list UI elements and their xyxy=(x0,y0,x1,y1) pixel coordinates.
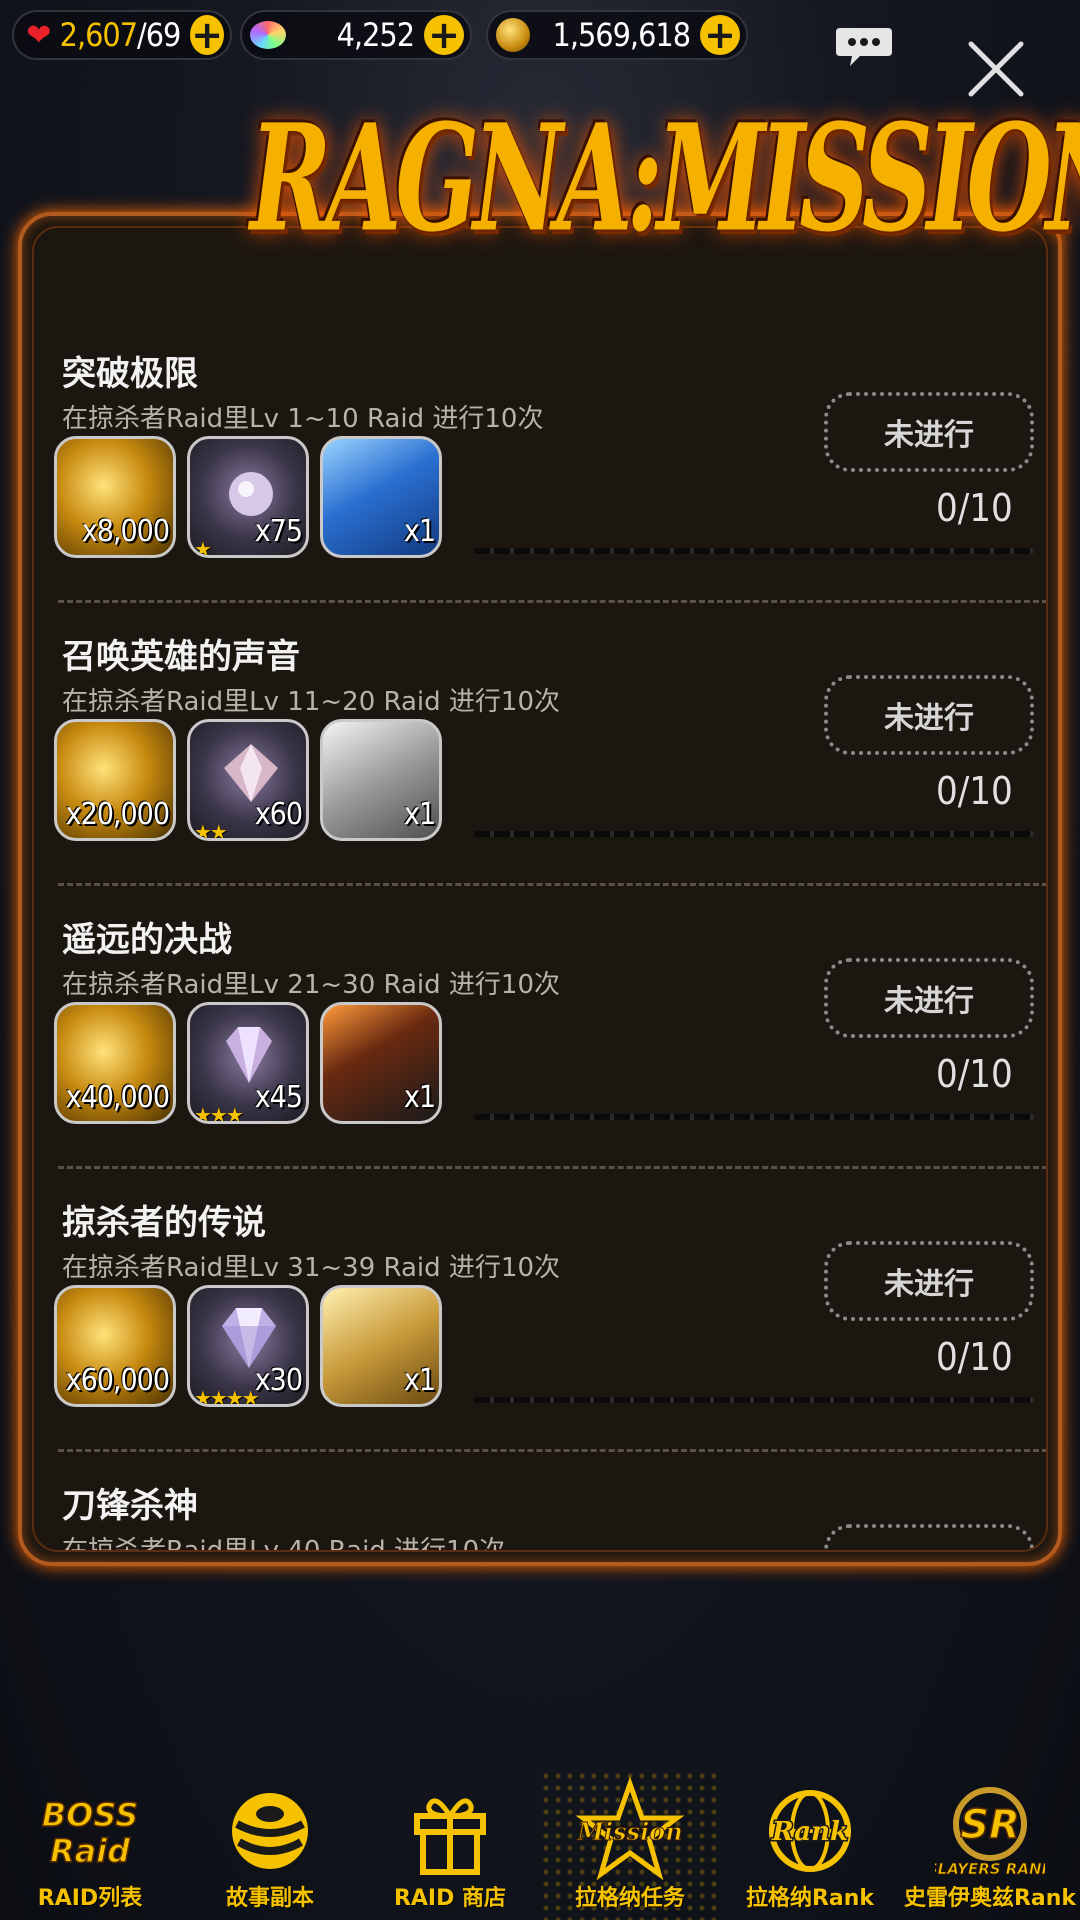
svg-text:SR: SR xyxy=(960,1802,1020,1848)
racing-card-icon[interactable]: x1 xyxy=(320,1002,442,1124)
gem-icon[interactable]: x30 ★★★★ xyxy=(187,1285,309,1407)
divider xyxy=(58,600,1046,603)
mission-status-button[interactable]: 未进行 xyxy=(824,675,1034,755)
gem-icon[interactable]: x60 ★★ xyxy=(187,719,309,841)
add-stamina-button[interactable]: + xyxy=(190,15,224,55)
gold-coins-icon[interactable]: x40,000 xyxy=(54,1002,176,1124)
nav-slayers-rank[interactable]: SR SLAYERS RANK 史雷伊奥兹Rank xyxy=(900,1770,1080,1920)
mission-title: 突破极限 xyxy=(62,354,198,394)
close-icon[interactable] xyxy=(965,38,1027,100)
rarity-stars: ★★ xyxy=(194,820,228,841)
chat-icon[interactable] xyxy=(834,26,894,68)
mission-description: 在掠杀者Raid里Lv 21~30 Raid 进行10次 xyxy=(62,970,561,1000)
gift-box-icon xyxy=(414,1798,486,1875)
mission-description: 在掠杀者Raid里Lv 40 Raid 进行10次 xyxy=(62,1536,506,1552)
rarity-stars: ★★★★ xyxy=(194,1386,260,1407)
svg-text:SLAYERS RANK: SLAYERS RANK xyxy=(935,1860,1045,1878)
platinum-card-icon[interactable]: x1 xyxy=(320,719,442,841)
gold-card-icon[interactable]: x1 xyxy=(320,1285,442,1407)
svg-text:BOSS: BOSS xyxy=(42,1796,139,1834)
nav-ragna-mission[interactable]: Mission 拉格纳任务 xyxy=(540,1770,720,1920)
divider xyxy=(58,1166,1046,1169)
mission-row: 突破极限 在掠杀者Raid里Lv 1~10 Raid 进行10次 x8,000 … xyxy=(34,346,1046,629)
mission-title: 遥远的决战 xyxy=(62,920,232,960)
gold-coins-icon[interactable]: x60,000 xyxy=(54,1285,176,1407)
svg-text:Rank: Rank xyxy=(771,1817,848,1847)
mission-panel: 突破极限 在掠杀者Raid里Lv 1~10 Raid 进行10次 x8,000 … xyxy=(18,212,1062,1566)
divider xyxy=(58,883,1046,886)
mission-progress: 0/10 xyxy=(936,1052,1013,1096)
mission-progress: 0/10 xyxy=(936,486,1013,530)
mission-list[interactable]: 突破极限 在掠杀者Raid里Lv 1~10 Raid 进行10次 x8,000 … xyxy=(32,226,1048,1552)
mission-title: 掠杀者的传说 xyxy=(62,1203,266,1243)
gold-coins-icon[interactable]: x20,000 xyxy=(54,719,176,841)
mission-status-button[interactable]: 未进行 xyxy=(824,1241,1034,1321)
stamina-counter: ❤ 2,607/69 + xyxy=(12,10,232,60)
progress-bar xyxy=(474,1397,1034,1403)
mission-title: 刀锋杀神 xyxy=(62,1486,198,1526)
nav-story[interactable]: 故事副本 xyxy=(180,1770,360,1920)
mission-row: 召唤英雄的声音 在掠杀者Raid里Lv 11~20 Raid 进行10次 x20… xyxy=(34,629,1046,912)
mission-title: 召唤英雄的声音 xyxy=(62,637,300,677)
mission-status-button[interactable]: 未进行 xyxy=(824,1524,1034,1550)
ragna-mission-title: RAGNA:MISSION xyxy=(250,93,1080,266)
divider xyxy=(58,1449,1046,1452)
mission-row: 遥远的决战 在掠杀者Raid里Lv 21~30 Raid 进行10次 x40,0… xyxy=(34,912,1046,1195)
progress-bar xyxy=(474,831,1034,837)
mission-row: 刀锋杀神 在掠杀者Raid里Lv 40 Raid 进行10次 未进行 xyxy=(34,1478,1046,1552)
progress-bar xyxy=(474,1114,1034,1120)
mission-progress: 0/10 xyxy=(936,769,1013,813)
mission-status-button[interactable]: 未进行 xyxy=(824,958,1034,1038)
stamina-value: 2,607 xyxy=(59,16,138,54)
gem-icon[interactable]: x75 ★ xyxy=(187,436,309,558)
mission-description: 在掠杀者Raid里Lv 11~20 Raid 进行10次 xyxy=(62,687,561,717)
nav-raid-shop[interactable]: RAID 商店 xyxy=(360,1770,540,1920)
mission-status-button[interactable]: 未进行 xyxy=(824,392,1034,472)
mission-progress: 0/10 xyxy=(936,1335,1013,1379)
bottom-nav: BOSS Raid RAID列表 故事副本 RAID 商店 Mission 拉格… xyxy=(0,1770,1080,1920)
nav-raid-list[interactable]: BOSS Raid RAID列表 xyxy=(0,1770,180,1920)
mission-star-icon: Mission xyxy=(575,1776,685,1881)
svg-text:Raid: Raid xyxy=(50,1832,131,1870)
slayers-rank-icon: SR SLAYERS RANK xyxy=(935,1787,1045,1878)
mission-row: 掠杀者的传说 在掠杀者Raid里Lv 31~39 Raid 进行10次 x60,… xyxy=(34,1195,1046,1478)
mission-description: 在掠杀者Raid里Lv 1~10 Raid 进行10次 xyxy=(62,404,544,434)
nav-ragna-rank[interactable]: Rank 拉格纳Rank xyxy=(720,1770,900,1920)
boss-raid-icon: BOSS Raid xyxy=(41,1795,139,1871)
stamina-max: /69 xyxy=(137,16,181,54)
rarity-stars: ★★★ xyxy=(194,1103,244,1124)
rank-globe-icon: Rank xyxy=(769,1790,851,1872)
gold-coins-icon[interactable]: x8,000 xyxy=(54,436,176,558)
story-orb-icon xyxy=(232,1793,308,1869)
mission-description: 在掠杀者Raid里Lv 31~39 Raid 进行10次 xyxy=(62,1253,561,1283)
heart-icon: ❤ xyxy=(26,17,52,53)
progress-bar xyxy=(474,548,1034,554)
svg-text:Mission: Mission xyxy=(576,1817,682,1846)
rarity-stars: ★ xyxy=(194,537,212,558)
blue-card-icon[interactable]: x1 xyxy=(320,436,442,558)
gem-icon[interactable]: x45 ★★★ xyxy=(187,1002,309,1124)
